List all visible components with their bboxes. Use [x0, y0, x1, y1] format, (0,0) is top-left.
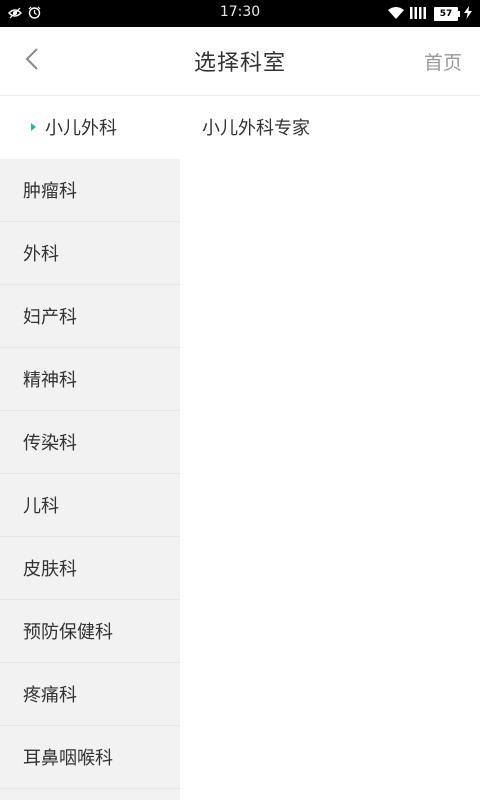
sidebar-item-label: 疼痛科	[23, 685, 77, 706]
list-item-label: 小儿外科专家	[202, 118, 310, 139]
sidebar-item-surgery[interactable]: 外科	[0, 222, 180, 285]
title-bar: 选择科室 首页	[0, 27, 480, 96]
sidebar-item-oncology[interactable]: 肿瘤科	[0, 159, 180, 222]
sidebar-item-label: 外科	[23, 244, 59, 265]
wifi-icon	[388, 4, 404, 23]
sidebar-item-label: 精神科	[23, 370, 77, 391]
department-sidebar: 小儿外科 肿瘤科 外科 妇产科 精神科 传染科 儿科 皮肤科 预防保健科 疼痛科…	[0, 96, 180, 800]
sidebar-item-pediatric-surgery[interactable]: 小儿外科	[0, 96, 180, 159]
sidebar-item-label: 耳鼻咽喉科	[23, 748, 113, 769]
page-title: 选择科室	[193, 51, 286, 76]
sidebar-item-label: 肿瘤科	[23, 181, 77, 202]
sidebar-item-infectious[interactable]: 传染科	[0, 411, 180, 474]
battery-icon: 57	[434, 6, 460, 21]
list-item[interactable]: 小儿外科专家	[180, 96, 480, 158]
sidebar-item-label: 小儿外科	[45, 118, 117, 139]
sidebar-item-obstetrics[interactable]: 妇产科	[0, 285, 180, 348]
sidebar-item-label: 预防保健科	[23, 622, 113, 643]
sidebar-item-psychiatry[interactable]: 精神科	[0, 348, 180, 411]
active-indicator-icon	[31, 123, 36, 131]
sidebar-item-label: 妇产科	[23, 307, 77, 328]
sidebar-item-label: 传染科	[23, 433, 77, 454]
sidebar-item-dermatology[interactable]: 皮肤科	[0, 537, 180, 600]
sidebar-item-preventive-care[interactable]: 预防保健科	[0, 600, 180, 663]
signal-icon	[410, 4, 428, 23]
department-content: 小儿外科专家	[180, 96, 480, 800]
sidebar-item-ent[interactable]: 耳鼻咽喉科	[0, 726, 180, 789]
sidebar-item-pediatrics[interactable]: 儿科	[0, 474, 180, 537]
status-bar: 17:30 57	[0, 0, 480, 27]
sidebar-item-label: 皮肤科	[23, 559, 77, 580]
sidebar-item-pain[interactable]: 疼痛科	[0, 663, 180, 726]
charging-icon	[464, 4, 472, 23]
home-button[interactable]: 首页	[424, 48, 462, 75]
status-right-icons: 57	[388, 5, 472, 22]
sidebar-item-label: 儿科	[23, 496, 59, 517]
